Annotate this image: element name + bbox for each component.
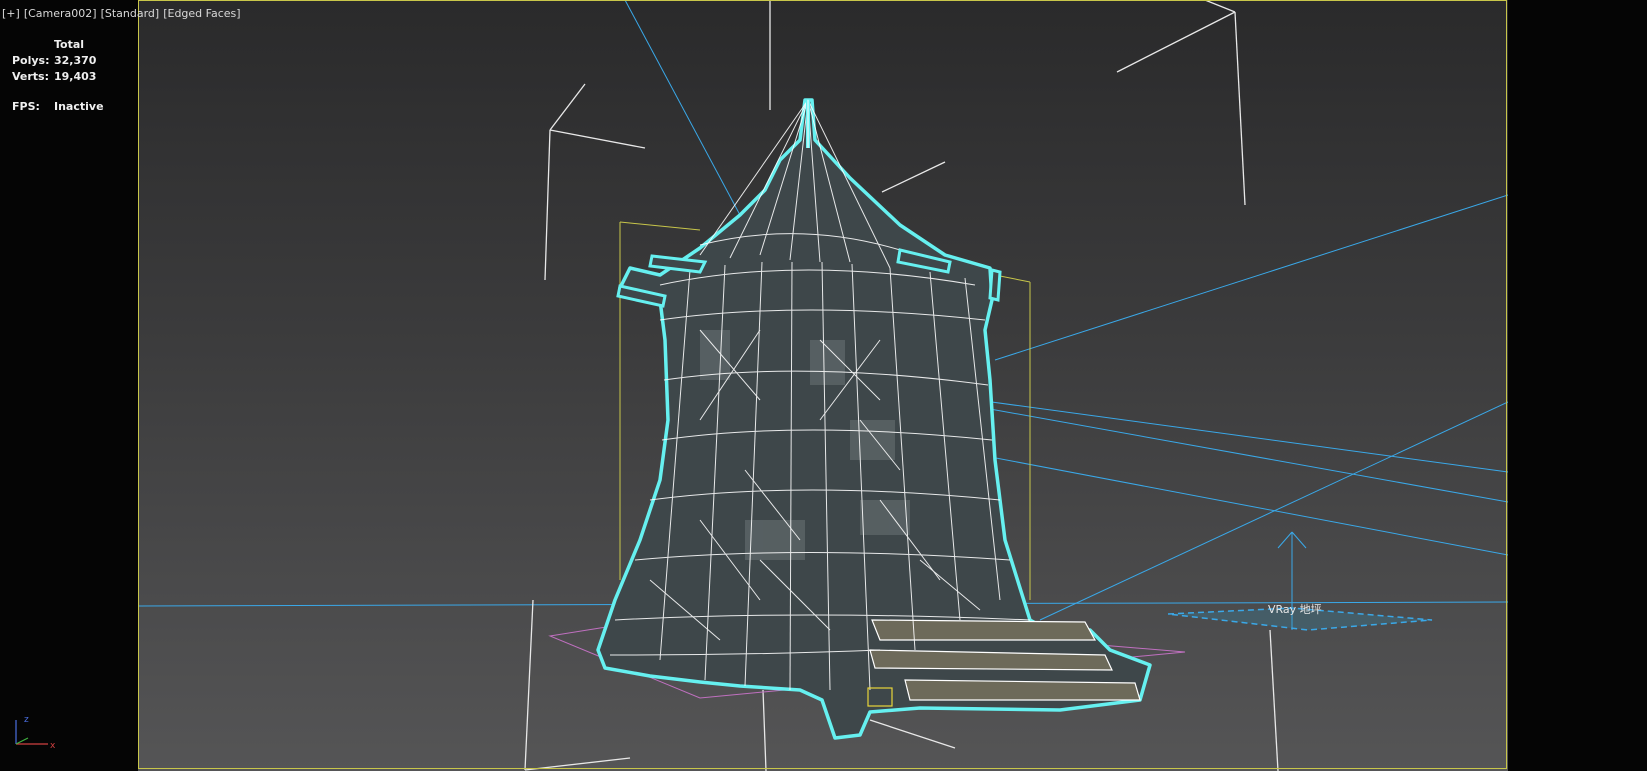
stats-header: Total — [54, 37, 85, 51]
stats-fps-label: FPS: — [12, 99, 40, 113]
viewport-camera-menu[interactable]: [Camera002] — [24, 7, 97, 20]
scene-canvas[interactable] — [0, 0, 1508, 771]
axis-z-label: z — [24, 715, 29, 725]
stats-polys-label: Polys: — [12, 53, 50, 67]
stats-polys-value: 32,370 — [54, 53, 97, 67]
vray-plane-label[interactable]: VRay 地坪 — [1268, 601, 1322, 617]
axis-tripod-icon: z x — [15, 715, 56, 751]
stats-verts-row: Verts: 19,403 — [12, 68, 104, 84]
viewport-shading-menu[interactable]: [Standard] — [101, 7, 160, 20]
tower-mesh[interactable] — [596, 98, 1152, 740]
axis-x-label: x — [50, 741, 56, 751]
viewport-label-menu[interactable]: [+] [Camera002] [Standard] [Edged Faces] — [2, 4, 241, 22]
stats-fps-value: Inactive — [54, 99, 104, 113]
stats-verts-label: Verts: — [12, 69, 50, 83]
stats-fps-row: FPS: Inactive — [12, 98, 104, 114]
viewport-camera002[interactable]: [+] [Camera002] [Standard] [Edged Faces]… — [0, 0, 1508, 771]
viewport-statistics: Total Polys: 32,370 Verts: 19,403 FPS: I… — [12, 36, 104, 114]
right-panel-margin — [1508, 0, 1647, 771]
viewport-display-mode-menu[interactable]: [Edged Faces] — [163, 7, 240, 20]
viewport-plus-menu[interactable]: [+] — [2, 7, 20, 20]
stats-verts-value: 19,403 — [54, 69, 97, 83]
stats-polys-row: Polys: 32,370 — [12, 52, 104, 68]
